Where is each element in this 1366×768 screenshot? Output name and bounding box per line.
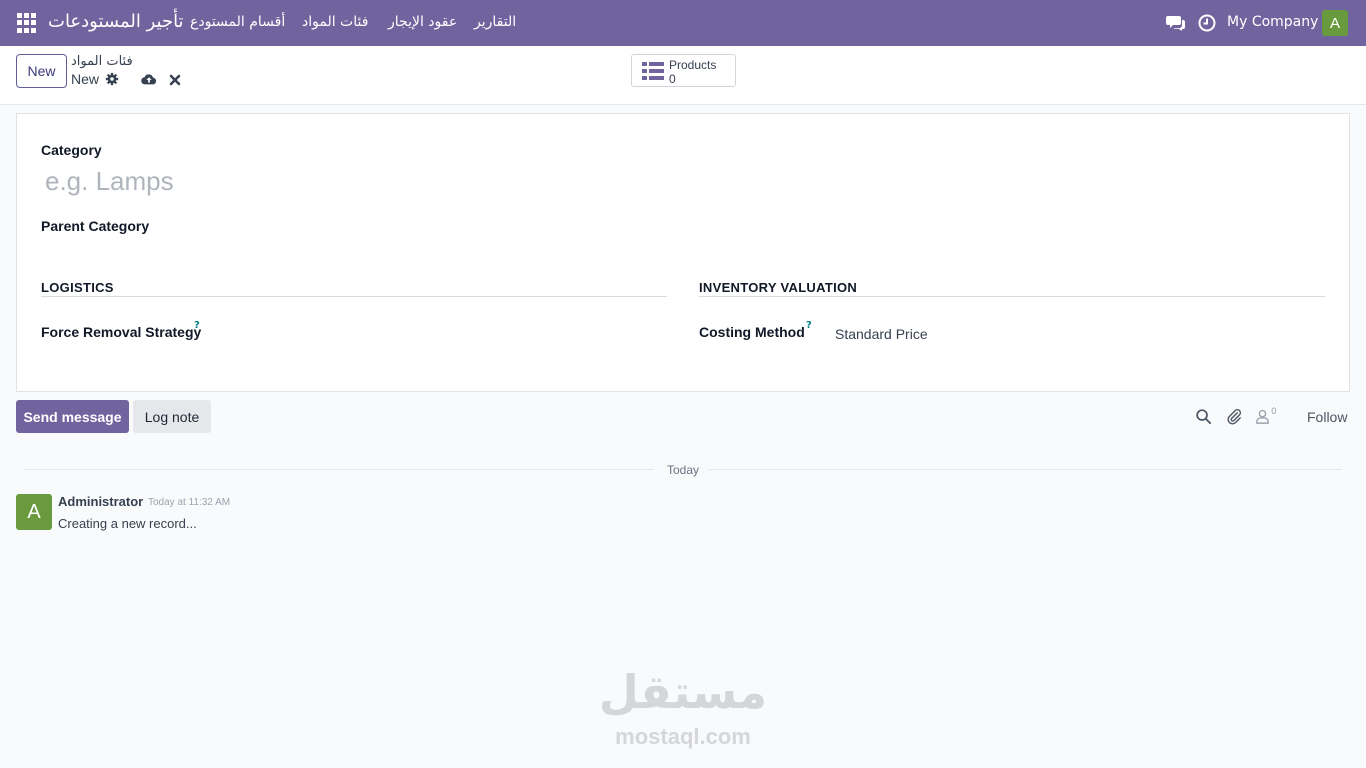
menu-product-categories[interactable]: فئات المواد — [302, 14, 368, 30]
products-smart-button[interactable]: Products 0 — [631, 54, 736, 87]
new-button[interactable]: New — [16, 54, 67, 88]
costing-method-label: Costing Method — [699, 324, 805, 340]
logistics-divider — [41, 296, 667, 297]
app-brand[interactable]: تأجير المستودعات — [48, 11, 184, 32]
menu-rental-contracts[interactable]: عقود الإيجار — [388, 14, 457, 30]
company-switcher[interactable]: My Company — [1227, 14, 1318, 30]
smart-button-label: Products — [669, 58, 717, 72]
logistics-section-title: LOGISTICS — [41, 280, 114, 295]
clock-icon[interactable] — [1197, 13, 1217, 33]
menu-reports[interactable]: التقارير — [474, 14, 516, 30]
follower-count: 0 — [1271, 407, 1277, 417]
watermark-logo-arabic: مستقل — [598, 665, 768, 719]
search-icon[interactable] — [1195, 408, 1212, 425]
control-panel: New فئات المواد New Products 0 — [0, 46, 1366, 105]
costing-method-value[interactable]: Standard Price — [835, 326, 928, 342]
apps-grid-icon[interactable] — [17, 13, 37, 33]
follow-button[interactable]: Follow — [1307, 409, 1347, 425]
breadcrumb-current: New — [71, 71, 100, 87]
date-separator-line-left — [24, 469, 654, 470]
top-navbar: تأجير المستودعات أقسام المستودع فئات الم… — [0, 0, 1366, 46]
parent-category-label: Parent Category — [41, 218, 150, 234]
message-date: Today at 11:32 AM — [148, 497, 231, 508]
chat-bubbles-icon[interactable] — [1166, 13, 1186, 33]
form-sheet: Category Parent Category LOGISTICS Force… — [16, 113, 1350, 392]
message-author-avatar[interactable]: A — [16, 494, 52, 530]
breadcrumb-parent[interactable]: فئات المواد — [71, 54, 133, 69]
valuation-divider — [699, 296, 1325, 297]
cloud-upload-icon[interactable] — [141, 72, 157, 86]
smart-button-value: 0 — [669, 72, 676, 86]
category-label: Category — [41, 142, 102, 158]
send-message-button[interactable]: Send message — [16, 400, 129, 433]
force-removal-help-tooltip[interactable]: ? — [194, 320, 200, 331]
inventory-valuation-section-title: INVENTORY VALUATION — [699, 280, 858, 295]
date-separator-line-right — [708, 469, 1342, 470]
costing-method-help-tooltip[interactable]: ? — [806, 320, 812, 331]
list-icon — [642, 62, 664, 80]
force-removal-strategy-label: Force Removal Strategy — [41, 324, 202, 340]
discard-close-icon[interactable] — [169, 73, 181, 87]
gear-icon[interactable] — [105, 72, 119, 86]
message-body: Creating a new record... — [58, 516, 197, 531]
watermark-logo-latin: mostaql.com — [615, 724, 751, 749]
message-author[interactable]: Administrator — [58, 494, 143, 509]
date-separator-label: Today — [667, 463, 700, 477]
paperclip-icon[interactable] — [1226, 408, 1243, 425]
followers-user-icon[interactable] — [1254, 408, 1271, 425]
menu-warehouse-sections[interactable]: أقسام المستودع — [190, 14, 285, 30]
category-name-input[interactable] — [45, 164, 645, 198]
log-note-button[interactable]: Log note — [133, 400, 211, 433]
user-avatar[interactable]: A — [1322, 10, 1348, 36]
